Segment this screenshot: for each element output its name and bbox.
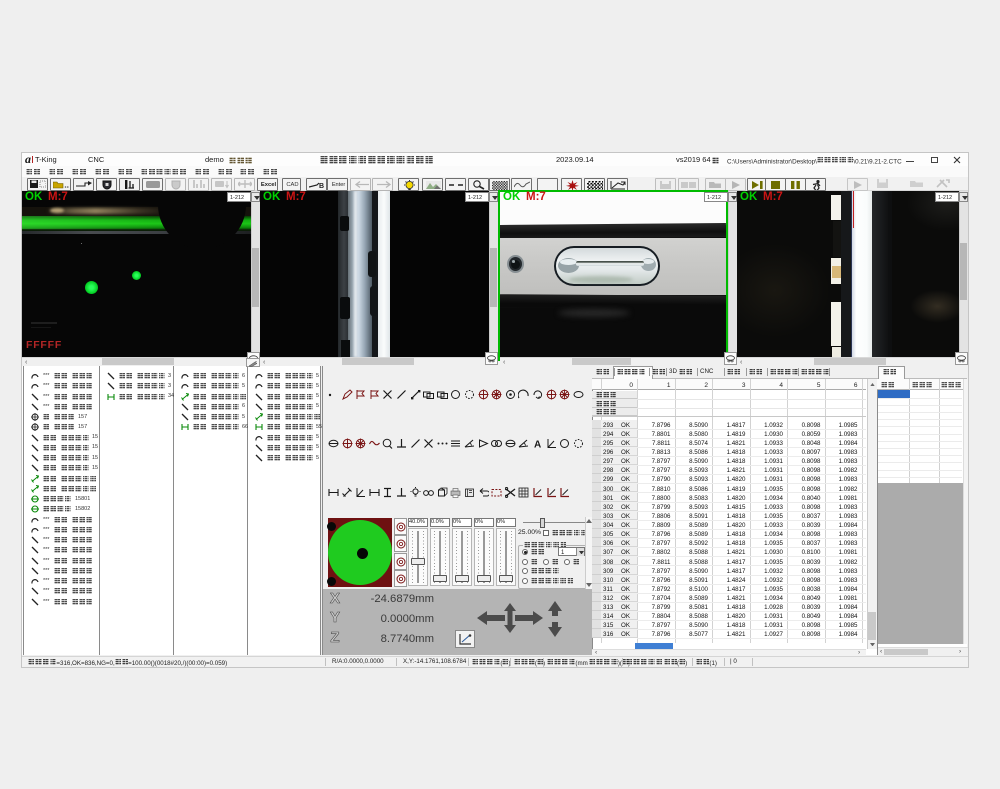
svg-text:A: A <box>534 439 541 449</box>
svg-text:B: B <box>319 183 324 189</box>
